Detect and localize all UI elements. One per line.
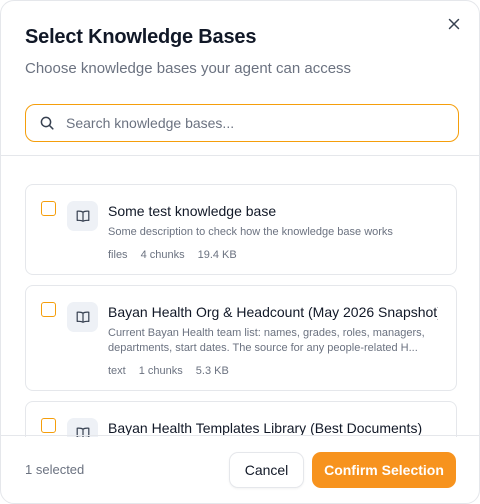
knowledge-base-meta: files 4 chunks 19.4 KB bbox=[108, 248, 438, 262]
knowledge-base-checkbox[interactable] bbox=[41, 201, 56, 216]
search-input[interactable] bbox=[66, 115, 458, 131]
knowledge-base-card[interactable]: Bayan Health Org & Headcount (May 2026 S… bbox=[25, 285, 457, 391]
knowledge-base-type: files bbox=[108, 249, 128, 261]
close-button[interactable] bbox=[445, 15, 463, 33]
book-icon-container bbox=[67, 201, 98, 231]
dialog-footer: 1 selected Cancel Confirm Selection bbox=[1, 435, 479, 503]
selected-count: 1 selected bbox=[25, 462, 85, 477]
knowledge-base-card[interactable]: Some test knowledge base Some descriptio… bbox=[25, 184, 457, 275]
book-icon-container bbox=[67, 302, 98, 332]
knowledge-base-size: 5.3 KB bbox=[195, 365, 229, 377]
knowledge-base-name: Some test knowledge base bbox=[108, 203, 277, 219]
knowledge-base-meta: text 1 chunks 5.3 KB bbox=[108, 364, 438, 378]
knowledge-base-card[interactable]: Bayan Health Templates Library (Best Doc… bbox=[25, 401, 457, 437]
knowledge-base-size: 19.4 KB bbox=[197, 249, 237, 261]
close-icon bbox=[448, 18, 460, 30]
knowledge-base-checkbox[interactable] bbox=[41, 418, 56, 433]
search-box[interactable] bbox=[25, 104, 459, 142]
book-icon bbox=[76, 210, 89, 222]
knowledge-base-chunks: 1 chunks bbox=[138, 365, 183, 377]
confirm-selection-button[interactable]: Confirm Selection bbox=[312, 451, 456, 488]
cancel-button[interactable]: Cancel bbox=[229, 451, 304, 488]
select-knowledge-bases-dialog: Select Knowledge Bases Choose knowledge … bbox=[0, 0, 480, 504]
knowledge-base-checkbox[interactable] bbox=[41, 302, 56, 317]
dialog-header: Select Knowledge Bases Choose knowledge … bbox=[1, 1, 479, 79]
book-icon bbox=[76, 311, 89, 323]
knowledge-base-description: Current Bayan Health team list: names, g… bbox=[108, 327, 425, 354]
search-icon bbox=[40, 116, 54, 130]
dialog-subtitle: Choose knowledge bases your agent can ac… bbox=[25, 60, 352, 77]
knowledge-base-type: text bbox=[108, 365, 126, 377]
knowledge-base-chunks: 4 chunks bbox=[140, 249, 185, 261]
dialog-title: Select Knowledge Bases bbox=[25, 26, 257, 48]
knowledge-base-list[interactable]: Some test knowledge base Some descriptio… bbox=[1, 156, 479, 437]
knowledge-base-description: Some description to check how the knowle… bbox=[108, 226, 393, 238]
knowledge-base-name: Bayan Health Org & Headcount (May 2026 S… bbox=[108, 304, 438, 320]
